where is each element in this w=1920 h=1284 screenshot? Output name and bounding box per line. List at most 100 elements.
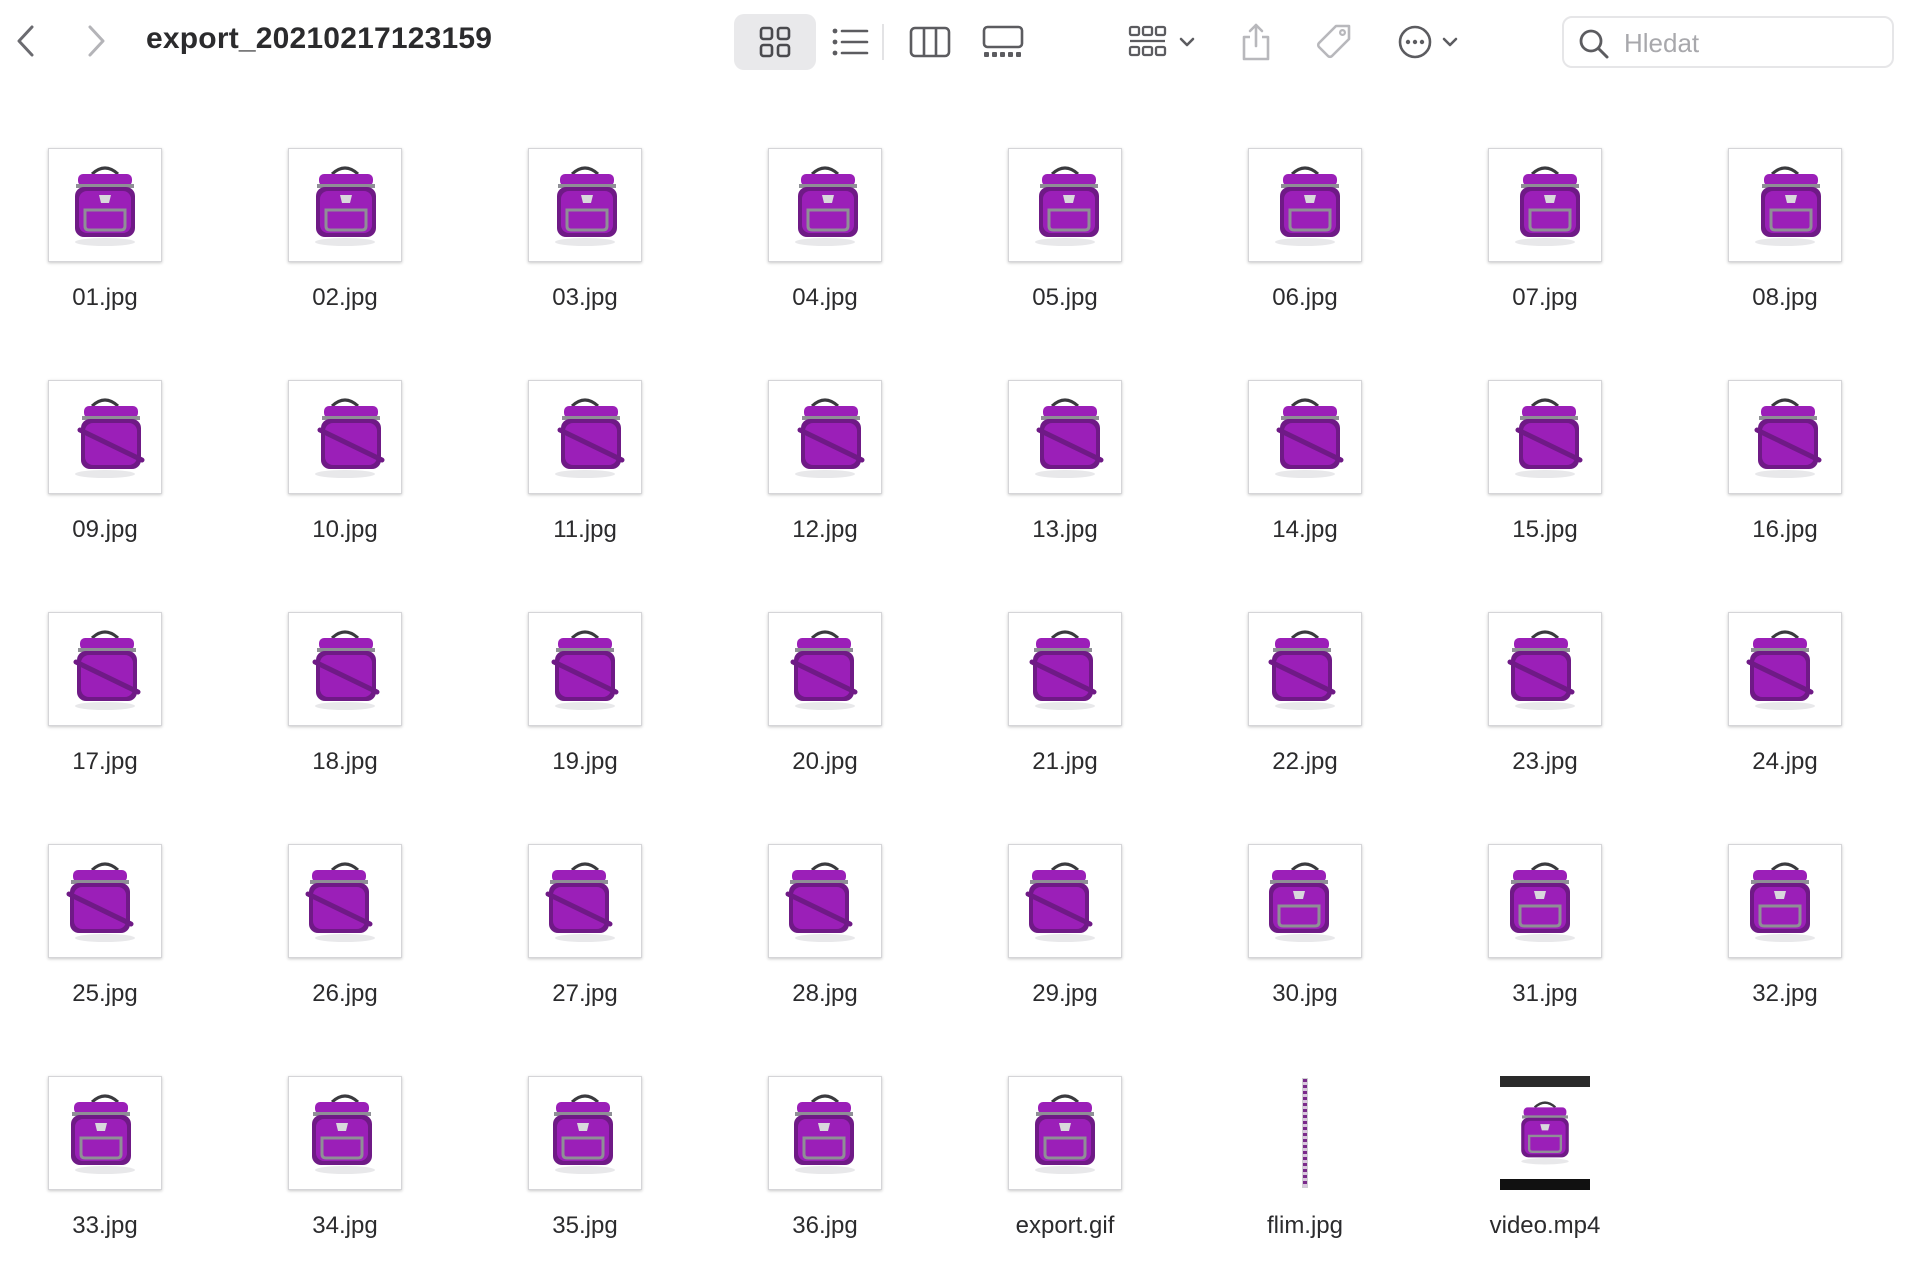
file-thumbnail [288,844,402,958]
file-item[interactable]: 06.jpg [1205,84,1405,311]
file-item[interactable]: 01.jpg [5,84,205,311]
file-item[interactable]: 10.jpg [245,316,445,543]
file-thumbnail [1248,844,1362,958]
file-thumbnail [1008,1076,1122,1190]
file-item[interactable]: 12.jpg [725,316,925,543]
view-icons-button[interactable] [734,14,816,70]
video-letterbox-bar [1500,1179,1590,1190]
file-thumbnail [528,1076,642,1190]
file-item[interactable]: 24.jpg [1685,548,1885,775]
video-letterbox-bar [1500,1076,1590,1087]
tags-button[interactable] [1306,14,1362,70]
file-name: 05.jpg [1032,284,1098,311]
file-item[interactable]: 15.jpg [1445,316,1645,543]
file-item[interactable]: 29.jpg [965,780,1165,1007]
file-item[interactable]: 27.jpg [485,780,685,1007]
file-name: 27.jpg [552,980,618,1007]
file-item[interactable]: 07.jpg [1445,84,1645,311]
file-item[interactable]: 18.jpg [245,548,445,775]
file-item[interactable]: 33.jpg [5,1012,205,1239]
file-item[interactable]: 22.jpg [1205,548,1405,775]
file-item[interactable]: 02.jpg [245,84,445,311]
file-thumbnail [528,844,642,958]
file-item[interactable]: 05.jpg [965,84,1165,311]
chevron-left-icon [17,25,34,57]
file-item[interactable]: 23.jpg [1445,548,1645,775]
file-item[interactable]: 14.jpg [1205,316,1405,543]
file-item[interactable]: 31.jpg [1445,780,1645,1007]
file-thumbnail [288,612,402,726]
file-item[interactable]: 34.jpg [245,1012,445,1239]
file-item[interactable]: 11.jpg [485,316,685,543]
file-name: 09.jpg [72,516,138,543]
video-thumbnail [1500,1076,1590,1190]
file-item[interactable]: 04.jpg [725,84,925,311]
file-name: 33.jpg [72,1212,138,1239]
file-name: flim.jpg [1266,1212,1344,1239]
file-name: 34.jpg [312,1212,378,1239]
file-thumbnail [288,1076,402,1190]
file-item[interactable]: flim.jpg [1205,1012,1405,1239]
bag-photo-icon [794,1094,855,1174]
bag-photo-icon [1269,862,1335,942]
file-item[interactable]: 19.jpg [485,548,685,775]
file-name: 15.jpg [1512,516,1578,543]
file-name: 07.jpg [1512,284,1578,311]
file-name: 10.jpg [312,516,378,543]
bag-photo-icon [1275,398,1344,478]
tag-icon [1316,24,1351,59]
file-name: 30.jpg [1272,980,1338,1007]
file-name: 20.jpg [792,748,858,775]
file-thumbnail [1728,844,1842,958]
forward-button[interactable] [78,18,114,64]
bag-photo-icon [75,166,135,246]
chevron-right-icon [88,25,105,57]
back-button[interactable] [8,18,44,64]
file-item[interactable]: 28.jpg [725,780,925,1007]
file-item[interactable]: 08.jpg [1685,84,1885,311]
file-item[interactable]: 03.jpg [485,84,685,311]
file-item[interactable]: 36.jpg [725,1012,925,1239]
view-gallery-button[interactable] [968,14,1038,70]
file-thumbnail [1302,1078,1308,1188]
file-item[interactable]: 21.jpg [965,548,1165,775]
action-button[interactable] [1388,14,1468,70]
file-item[interactable]: export.gif [965,1012,1165,1239]
chevron-down-icon [1179,37,1195,47]
file-name: 04.jpg [792,284,858,311]
bag-photo-icon [551,630,619,710]
bag-photo-icon [312,1094,375,1174]
file-item[interactable]: 16.jpg [1685,316,1885,543]
bag-photo-icon [1515,166,1580,246]
file-item[interactable]: 25.jpg [5,780,205,1007]
list-view-icon [832,28,869,56]
file-name: 06.jpg [1272,284,1338,311]
file-item[interactable]: 17.jpg [5,548,205,775]
file-name: 19.jpg [552,748,618,775]
file-item[interactable]: 13.jpg [965,316,1165,543]
group-by-button[interactable] [1122,14,1202,70]
share-button[interactable] [1228,14,1284,70]
view-columns-button[interactable] [898,14,962,70]
file-thumbnail [1248,380,1362,494]
bag-photo-icon [315,166,376,246]
file-item[interactable]: 09.jpg [5,316,205,543]
view-list-button[interactable] [818,14,882,70]
window-title: export_20210217123159 [146,22,493,55]
search-field[interactable] [1562,16,1894,68]
file-name: 14.jpg [1272,516,1338,543]
file-thumbnail [288,380,402,494]
bag-photo-icon [312,630,380,710]
file-item[interactable]: 26.jpg [245,780,445,1007]
bag-photo-icon [785,862,855,942]
bag-photo-icon [1035,166,1099,246]
file-item[interactable]: 20.jpg [725,548,925,775]
file-item[interactable]: 30.jpg [1205,780,1405,1007]
file-item[interactable]: 32.jpg [1685,780,1885,1007]
file-item[interactable]: video.mp4 [1445,1012,1645,1239]
search-input[interactable] [1622,24,1886,62]
file-name: 21.jpg [1032,748,1098,775]
file-item[interactable]: 35.jpg [485,1012,685,1239]
file-thumbnail [1728,612,1842,726]
file-name: 22.jpg [1272,748,1338,775]
